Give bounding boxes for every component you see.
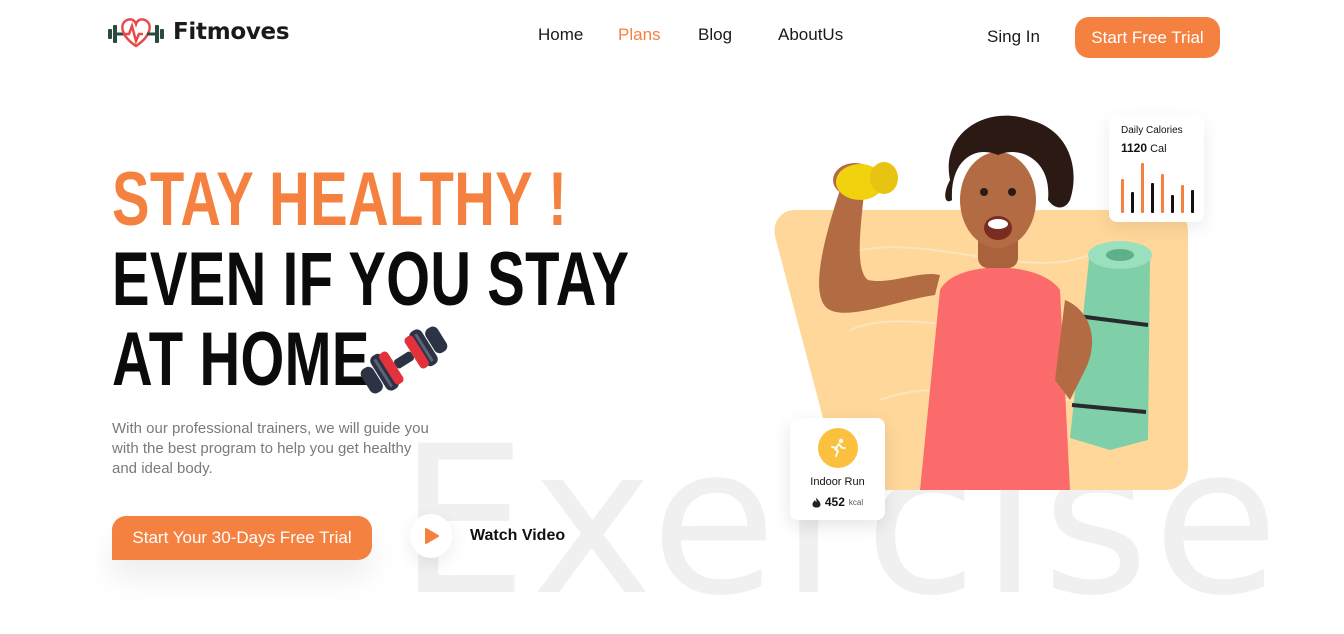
sign-in-link[interactable]: Sing In [987,27,1040,47]
nav-about-us[interactable]: AboutUs [778,25,843,45]
watch-video-button[interactable]: Watch Video [410,514,565,558]
dumbbell-icon [360,326,448,394]
hero-description: With our professional trainers, we will … [112,420,429,477]
daily-calories-value-row: 1120 Cal [1121,141,1204,155]
calories-bar-chart [1121,158,1196,213]
runner-icon [817,428,858,468]
indoor-run-card: Indoor Run 452 kcal [790,418,885,520]
daily-calories-value: 1120 [1121,141,1148,155]
indoor-run-label: Indoor Run [810,476,865,488]
calories-bar [1161,174,1164,213]
watch-video-label: Watch Video [470,527,566,544]
nav-plans[interactable]: Plans [618,25,661,45]
daily-calories-title: Daily Calories [1121,125,1183,136]
nav-blog[interactable]: Blog [698,25,732,45]
calories-bar [1121,179,1124,213]
indoor-run-unit: kcal [848,497,864,507]
indoor-run-value-row: 452 kcal [812,495,863,509]
headline-line-1: STAY HEALTHY ! [112,157,568,242]
play-icon [410,514,452,558]
daily-calories-card: Daily Calories 1120 Cal [1109,115,1204,222]
flame-icon [812,497,821,507]
calories-bar [1131,192,1134,213]
indoor-run-value: 452 [824,495,845,509]
calories-bar [1141,163,1144,213]
start-30-day-trial-button[interactable]: Start Your 30-Days Free Trial [112,516,372,560]
start-free-trial-button[interactable]: Start Free Trial [1075,17,1220,58]
headline-line-3: AT HOME [112,317,370,402]
calories-bar [1191,190,1194,213]
nav-home[interactable]: Home [538,25,583,45]
calories-bar [1181,185,1184,213]
headline-line-2: EVEN IF YOU STAY [112,237,630,322]
daily-calories-unit: Cal [1150,143,1167,155]
calories-bar [1151,183,1154,213]
calories-bar [1171,195,1174,213]
